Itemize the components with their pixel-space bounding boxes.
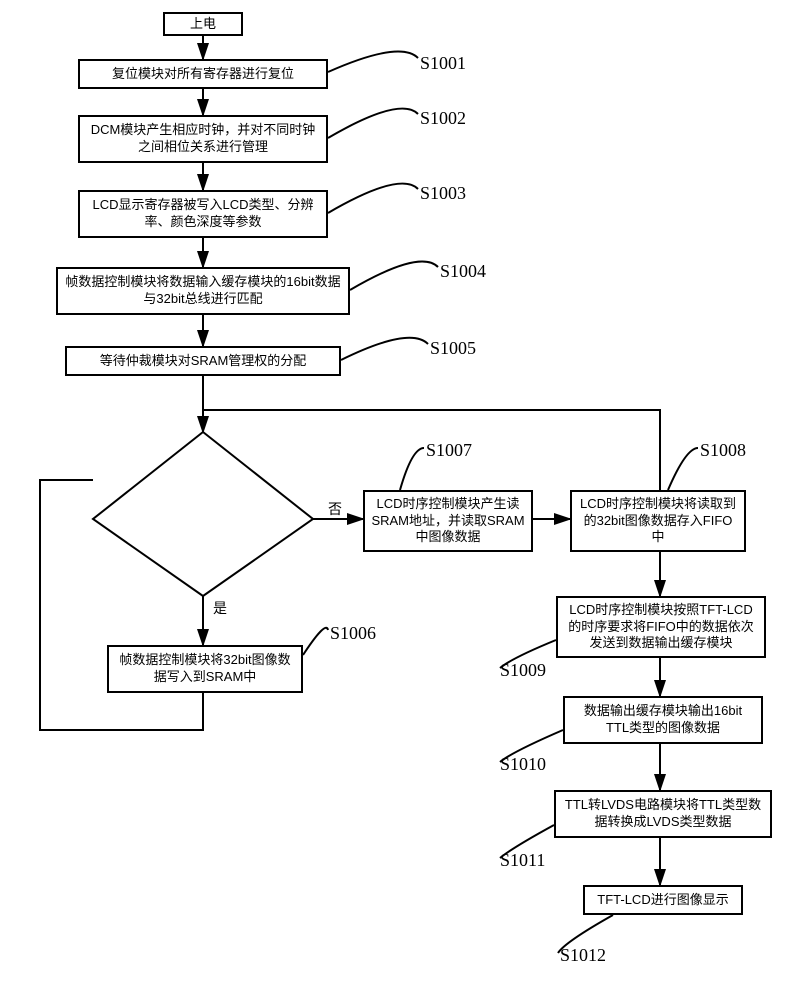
step-s1006-text: 帧数据控制模块将32bit图像数据写入到SRAM中 <box>115 652 295 686</box>
step-start-text: 上电 <box>190 16 216 33</box>
step-s1003-text: LCD显示寄存器被写入LCD类型、分辨率、颜色深度等参数 <box>86 197 320 231</box>
step-s1010-text: 数据输出缓存模块输出16bit TTL类型的图像数据 <box>571 703 755 737</box>
step-s1008-text: LCD时序控制模块将读取到的32bit图像数据存入FIFO中 <box>578 496 738 547</box>
decision-text-container: 仲裁模块将SRAM管理权分配给帧数据控制模块 <box>125 490 285 524</box>
step-s1009-text: LCD时序控制模块按照TFT-LCD的时序要求将FIFO中的数据依次发送到数据输… <box>564 602 758 653</box>
step-s1007: LCD时序控制模块产生读SRAM地址，并读取SRAM中图像数据 <box>363 490 533 552</box>
step-s1002: DCM模块产生相应时钟，并对不同时钟之间相位关系进行管理 <box>78 115 328 163</box>
label-s1005: S1005 <box>430 338 476 359</box>
label-s1007: S1007 <box>426 440 472 461</box>
step-s1012: TFT-LCD进行图像显示 <box>583 885 743 915</box>
label-s1010: S1010 <box>500 754 546 775</box>
step-s1005: 等待仲裁模块对SRAM管理权的分配 <box>65 346 341 376</box>
label-s1012: S1012 <box>560 945 606 966</box>
label-s1002: S1002 <box>420 108 466 129</box>
step-s1011-text: TTL转LVDS电路模块将TTL类型数据转换成LVDS类型数据 <box>562 797 764 831</box>
step-s1011: TTL转LVDS电路模块将TTL类型数据转换成LVDS类型数据 <box>554 790 772 838</box>
step-s1006: 帧数据控制模块将32bit图像数据写入到SRAM中 <box>107 645 303 693</box>
step-s1001-text: 复位模块对所有寄存器进行复位 <box>112 66 294 83</box>
step-s1008: LCD时序控制模块将读取到的32bit图像数据存入FIFO中 <box>570 490 746 552</box>
edge-yes: 是 <box>213 598 227 618</box>
decision-text: 仲裁模块将SRAM管理权分配给帧数据控制模块 <box>128 490 283 522</box>
label-s1004: S1004 <box>440 261 486 282</box>
step-s1007-text: LCD时序控制模块产生读SRAM地址，并读取SRAM中图像数据 <box>371 496 525 547</box>
step-s1004: 帧数据控制模块将数据输入缓存模块的16bit数据与32bit总线进行匹配 <box>56 267 350 315</box>
step-s1009: LCD时序控制模块按照TFT-LCD的时序要求将FIFO中的数据依次发送到数据输… <box>556 596 766 658</box>
edge-no: 否 <box>328 499 342 519</box>
step-s1004-text: 帧数据控制模块将数据输入缓存模块的16bit数据与32bit总线进行匹配 <box>64 274 342 308</box>
step-s1010: 数据输出缓存模块输出16bit TTL类型的图像数据 <box>563 696 763 744</box>
step-s1005-text: 等待仲裁模块对SRAM管理权的分配 <box>100 353 307 370</box>
label-s1011: S1011 <box>500 850 545 871</box>
label-s1003: S1003 <box>420 183 466 204</box>
step-start: 上电 <box>163 12 243 36</box>
step-s1012-text: TFT-LCD进行图像显示 <box>597 892 728 909</box>
step-s1001: 复位模块对所有寄存器进行复位 <box>78 59 328 89</box>
step-s1002-text: DCM模块产生相应时钟，并对不同时钟之间相位关系进行管理 <box>86 122 320 156</box>
label-s1008: S1008 <box>700 440 746 461</box>
label-s1006: S1006 <box>330 623 376 644</box>
label-s1009: S1009 <box>500 660 546 681</box>
label-s1001: S1001 <box>420 53 466 74</box>
step-s1003: LCD显示寄存器被写入LCD类型、分辨率、颜色深度等参数 <box>78 190 328 238</box>
